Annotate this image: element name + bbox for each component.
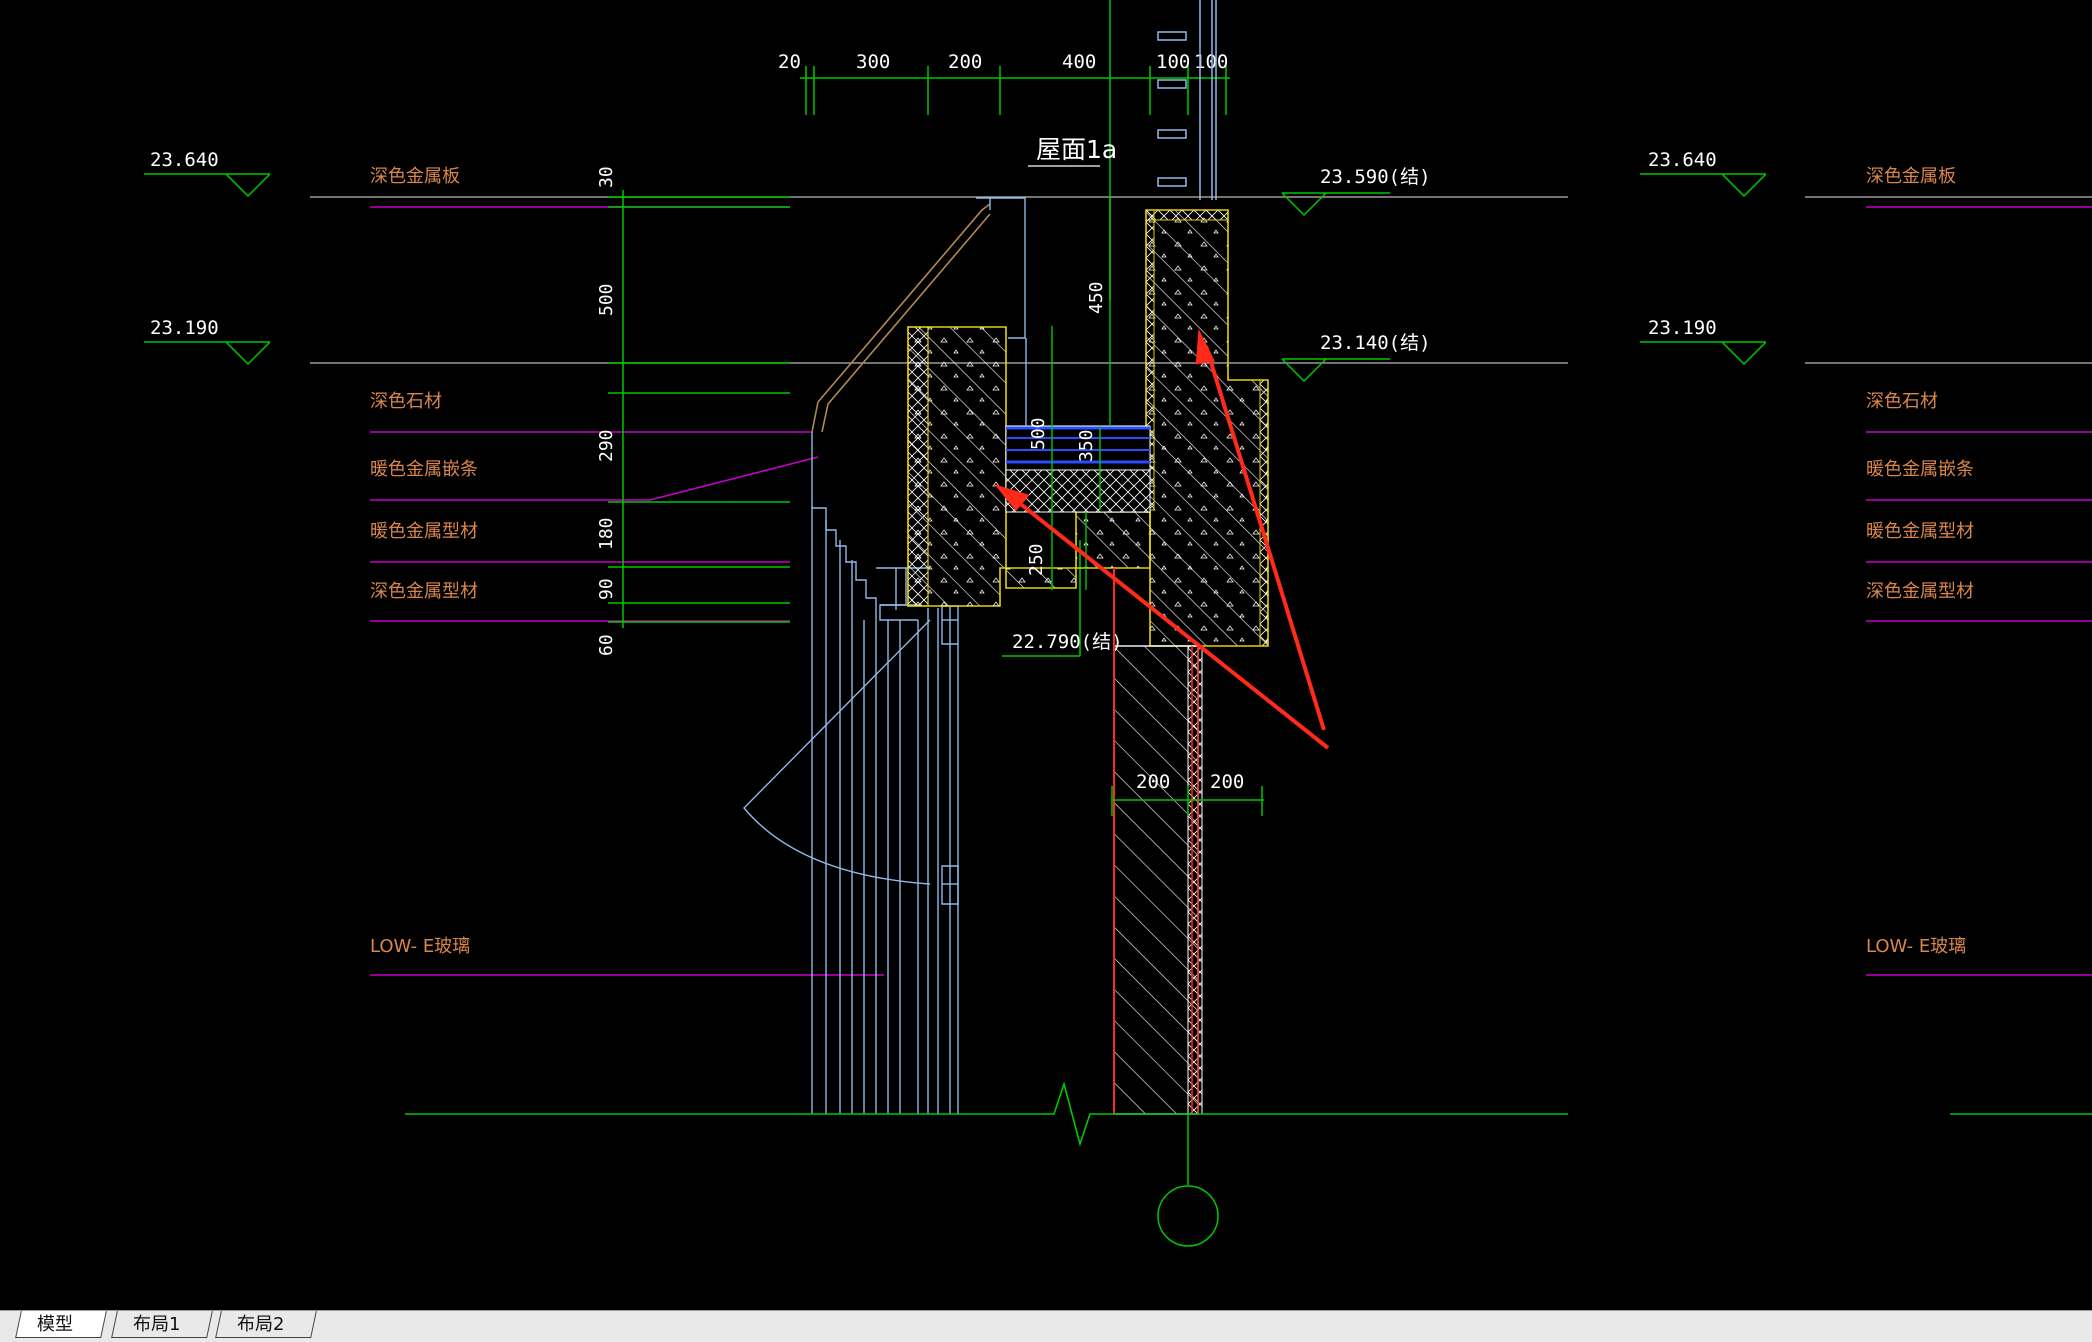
lower-wall bbox=[1113, 568, 1203, 1115]
tab-layout2[interactable]: 布局2 bbox=[215, 1311, 317, 1338]
svg-text:LOW- E玻璃: LOW- E玻璃 bbox=[370, 936, 470, 957]
svg-text:屋面1a: 屋面1a bbox=[1036, 135, 1117, 164]
svg-text:暖色金属嵌条: 暖色金属嵌条 bbox=[370, 459, 478, 480]
svg-text:23.640: 23.640 bbox=[150, 149, 219, 171]
svg-text:500: 500 bbox=[596, 283, 617, 316]
svg-text:深色金属型材: 深色金属型材 bbox=[1866, 581, 1974, 602]
upper-wall bbox=[1157, 0, 1217, 200]
svg-text:90: 90 bbox=[596, 578, 617, 600]
vertical-dimension-texts: 30 500 290 180 90 60 bbox=[596, 166, 617, 656]
cad-model-space[interactable]: 20 300 200 400 100 100 23.640 23.190 23.… bbox=[0, 0, 2092, 1310]
svg-text:200: 200 bbox=[1136, 771, 1170, 793]
grid-axis-bubble bbox=[1157, 1114, 1219, 1247]
svg-text:200: 200 bbox=[948, 51, 982, 73]
svg-text:500: 500 bbox=[1028, 417, 1049, 450]
concrete-parapet bbox=[1145, 209, 1269, 647]
svg-text:290: 290 bbox=[596, 429, 617, 462]
svg-text:LOW- E玻璃: LOW- E玻璃 bbox=[1866, 936, 1966, 957]
svg-text:深色金属型材: 深色金属型材 bbox=[370, 581, 478, 602]
svg-text:深色石材: 深色石材 bbox=[370, 391, 442, 412]
svg-text:深色金属板: 深色金属板 bbox=[370, 166, 460, 187]
svg-text:450: 450 bbox=[1086, 281, 1107, 314]
roof-label: 屋面1a bbox=[1028, 135, 1117, 167]
svg-text:23.190: 23.190 bbox=[150, 317, 219, 339]
svg-text:200: 200 bbox=[1210, 771, 1244, 793]
ground-break-line bbox=[405, 1081, 2092, 1147]
tab-layout1[interactable]: 布局1 bbox=[111, 1311, 213, 1338]
svg-text:300: 300 bbox=[856, 51, 890, 73]
svg-text:180: 180 bbox=[596, 517, 617, 550]
layout-tab-bar: 模型 布局1 布局2 bbox=[0, 1310, 2092, 1342]
svg-text:深色石材: 深色石材 bbox=[1866, 391, 1938, 412]
svg-text:23.640: 23.640 bbox=[1648, 149, 1717, 171]
svg-text:60: 60 bbox=[596, 634, 617, 656]
top-dimension-texts: 20 300 200 400 100 100 bbox=[778, 51, 1228, 73]
tab-model[interactable]: 模型 bbox=[15, 1311, 107, 1338]
svg-text:深色金属板: 深色金属板 bbox=[1866, 166, 1956, 187]
svg-text:250: 250 bbox=[1026, 543, 1047, 576]
svg-text:暖色金属型材: 暖色金属型材 bbox=[370, 521, 478, 542]
svg-text:30: 30 bbox=[596, 166, 617, 188]
svg-text:20: 20 bbox=[778, 51, 801, 73]
svg-text:350: 350 bbox=[1076, 429, 1097, 462]
svg-text:暖色金属嵌条: 暖色金属嵌条 bbox=[1866, 459, 1974, 480]
svg-text:23.590(结): 23.590(结) bbox=[1320, 166, 1431, 188]
svg-text:23.190: 23.190 bbox=[1648, 317, 1717, 339]
svg-text:100: 100 bbox=[1156, 51, 1190, 73]
svg-text:100: 100 bbox=[1194, 51, 1228, 73]
svg-text:400: 400 bbox=[1062, 51, 1096, 73]
svg-text:22.790(结): 22.790(结) bbox=[1012, 631, 1123, 653]
svg-text:暖色金属型材: 暖色金属型材 bbox=[1866, 521, 1974, 542]
svg-text:23.140(结): 23.140(结) bbox=[1320, 332, 1431, 354]
